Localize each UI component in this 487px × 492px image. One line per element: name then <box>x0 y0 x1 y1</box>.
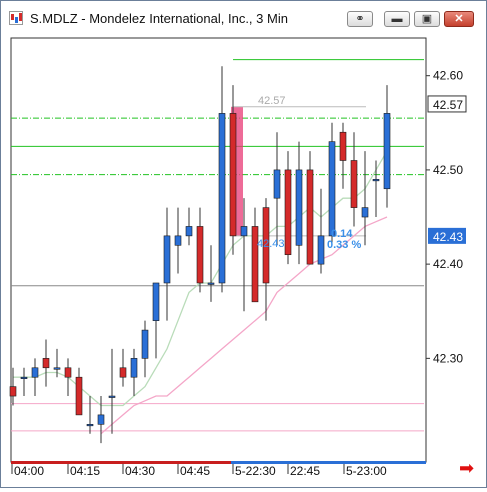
app-icon <box>9 11 23 25</box>
candle-down[interactable] <box>75 376 83 416</box>
candle-up[interactable] <box>383 113 391 190</box>
candle-up[interactable] <box>31 367 39 378</box>
last-price-label: 42.57 <box>433 98 463 112</box>
plot-frame <box>10 37 427 463</box>
low-annotation-label: 42.43 <box>257 238 285 250</box>
x-tick-label: 5-22:30 <box>235 464 276 478</box>
y-tick-label: 42.60 <box>433 69 463 83</box>
high-annotation-label: 42.57 <box>258 95 286 107</box>
candle-down[interactable] <box>119 367 127 378</box>
candle-up[interactable] <box>86 424 94 427</box>
percent-annotation-label: 0.33 % <box>327 239 361 251</box>
candle-up[interactable] <box>152 282 160 321</box>
candle-down[interactable] <box>9 386 17 397</box>
x-tick-label: 04:00 <box>14 464 44 478</box>
candle-down[interactable] <box>350 160 358 208</box>
x-tick-label: 22:45 <box>290 464 320 478</box>
candle-up[interactable] <box>240 226 248 237</box>
y-tick-label: 42.30 <box>433 351 463 365</box>
candlestick-chart[interactable]: 42.5742.430.140.33 % 42.6042.5042.4042.3… <box>1 33 486 487</box>
candle-up[interactable] <box>218 113 226 284</box>
y-tick-label: 42.50 <box>433 163 463 177</box>
candle-up[interactable] <box>20 376 28 380</box>
candle-down[interactable] <box>284 169 292 256</box>
link-button[interactable]: ⚭ <box>347 11 373 27</box>
chart-window: S.MDLZ - Mondelez International, Inc., 3… <box>0 0 487 488</box>
close-button[interactable]: ✕ <box>444 11 474 27</box>
crosshair-price-label: 42.43 <box>433 230 463 244</box>
candle-up[interactable] <box>130 358 138 378</box>
candle-down[interactable] <box>64 367 72 378</box>
window-title: S.MDLZ - Mondelez International, Inc., 3… <box>30 11 288 26</box>
candle-up[interactable] <box>317 235 325 265</box>
x-tick-label: 04:30 <box>125 464 155 478</box>
candle-up[interactable] <box>328 141 336 237</box>
candle-up[interactable] <box>361 207 369 218</box>
candle-up[interactable] <box>141 329 149 359</box>
candle-down[interactable] <box>339 131 347 161</box>
candle-up[interactable] <box>273 169 281 199</box>
minimize-icon: ▬ <box>391 13 403 25</box>
candle-down[interactable] <box>306 169 314 265</box>
candle-up[interactable] <box>372 179 380 182</box>
link-icon: ⚭ <box>355 13 365 25</box>
restore-icon: ▣ <box>421 13 433 25</box>
restore-button[interactable]: ▣ <box>414 11 440 27</box>
x-tick-label: 04:45 <box>180 464 210 478</box>
title-bar[interactable]: S.MDLZ - Mondelez International, Inc., 3… <box>1 1 486 34</box>
chart-area[interactable]: 42.57 42.43 0.14 0.33 % 42.60 42.50 42.40 42.3… <box>1 33 486 487</box>
candle-up[interactable] <box>97 414 105 425</box>
x-tick-label: 04:15 <box>70 464 100 478</box>
candle-down[interactable] <box>196 226 204 284</box>
close-icon: ✕ <box>454 13 464 25</box>
candle-down[interactable] <box>42 358 50 369</box>
candle-up[interactable] <box>163 235 171 284</box>
candle-up[interactable] <box>207 282 215 285</box>
candle-down[interactable] <box>229 113 237 237</box>
candle-up[interactable] <box>53 367 61 370</box>
candle-up[interactable] <box>108 395 116 398</box>
y-tick-label: 42.40 <box>433 257 463 271</box>
candle-up[interactable] <box>295 169 303 246</box>
scroll-right-arrow-icon[interactable]: ➡ <box>459 458 474 478</box>
candle-up[interactable] <box>174 235 182 246</box>
candle-up[interactable] <box>185 226 193 237</box>
x-tick-label: 5-23:00 <box>346 464 387 478</box>
minimize-button[interactable]: ▬ <box>384 11 410 27</box>
